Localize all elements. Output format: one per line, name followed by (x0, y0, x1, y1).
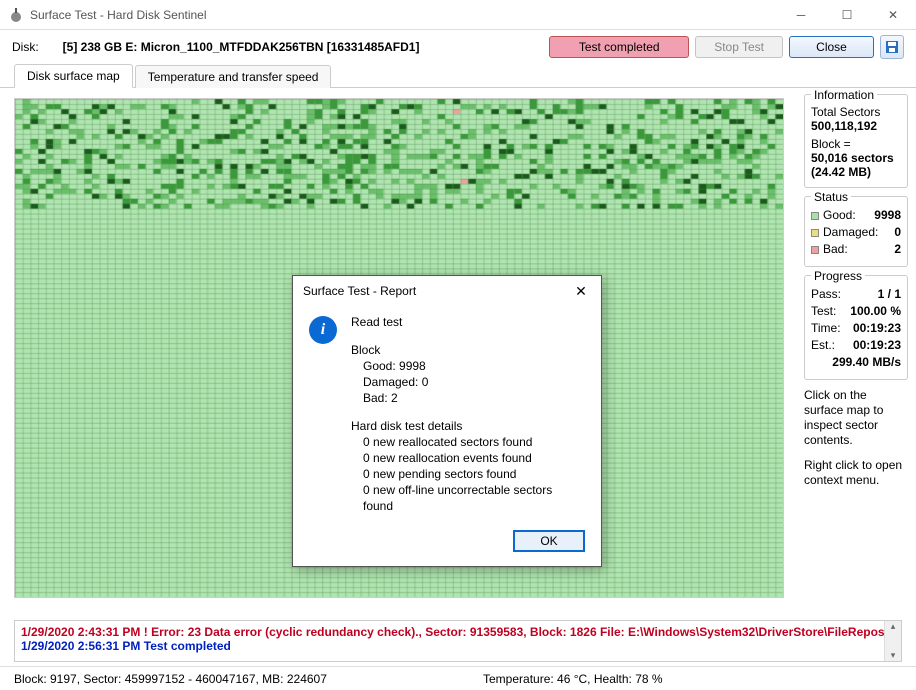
maximize-button[interactable]: ☐ (824, 0, 870, 30)
block-mb: (24.42 MB) (811, 165, 901, 179)
info-icon: i (309, 316, 337, 344)
status-right: Temperature: 46 °C, Health: 78 % (433, 672, 902, 686)
sidebar: Information Total Sectors 500,118,192 Bl… (796, 88, 916, 618)
titlebar: Surface Test - Hard Disk Sentinel ─ ☐ ✕ (0, 0, 916, 30)
log-completed: 1/29/2020 2:56:31 PM Test completed (21, 639, 895, 653)
test-label: Test: (811, 303, 836, 320)
dialog-title: Surface Test - Report (303, 284, 571, 298)
total-sectors: 500,118,192 (811, 119, 901, 133)
est-value: 00:19:23 (853, 337, 901, 354)
progress-box: Progress Pass:1 / 1 Test:100.00 % Time:0… (804, 275, 908, 380)
bad-label: Bad: (823, 242, 848, 256)
dialog-text: Read test Block Good: 9998 Damaged: 0 Ba… (351, 314, 585, 514)
time-label: Time: (811, 320, 841, 337)
good-label: Good: (823, 208, 856, 222)
block-label: Block = (811, 137, 901, 151)
speed-value: 299.40 MB/s (832, 354, 901, 371)
tab-surface-map[interactable]: Disk surface map (14, 64, 133, 88)
disk-label: Disk: (12, 40, 39, 54)
dialog-close-button[interactable]: ✕ (571, 281, 591, 301)
bad-count: 2 (894, 241, 901, 258)
test-value: 100.00 % (850, 303, 901, 320)
est-label: Est.: (811, 337, 835, 354)
close-button[interactable]: Close (789, 36, 874, 58)
total-sectors-label: Total Sectors (811, 105, 901, 119)
status-left: Block: 9197, Sector: 459997152 - 4600471… (14, 672, 433, 686)
tabs: Disk surface map Temperature and transfe… (0, 64, 916, 88)
damaged-label: Damaged: (823, 225, 878, 239)
disk-name: [5] 238 GB E: Micron_1100_MTFDDAK256TBN … (63, 40, 544, 54)
close-window-button[interactable]: ✕ (870, 0, 916, 30)
block-sectors: 50,016 sectors (811, 151, 901, 165)
damaged-count: 0 (894, 224, 901, 241)
toolbar: Disk: [5] 238 GB E: Micron_1100_MTFDDAK2… (0, 30, 916, 64)
minimize-button[interactable]: ─ (778, 0, 824, 30)
report-dialog: Surface Test - Report ✕ i Read test Bloc… (292, 275, 602, 567)
save-icon-button[interactable] (880, 35, 904, 59)
pass-label: Pass: (811, 286, 841, 303)
help-text-1: Click on the surface map to inspect sect… (804, 388, 908, 448)
help-text-2: Right click to open context menu. (804, 458, 908, 488)
time-value: 00:19:23 (853, 320, 901, 337)
info-box: Information Total Sectors 500,118,192 Bl… (804, 94, 908, 188)
pass-value: 1 / 1 (878, 286, 901, 303)
app-icon (8, 7, 24, 23)
stop-test-button: Stop Test (695, 36, 783, 58)
statusbar: Block: 9197, Sector: 459997152 - 4600471… (0, 666, 916, 690)
log-panel: 1/29/2020 2:43:31 PM ! Error: 23 Data er… (14, 620, 902, 662)
ok-button[interactable]: OK (513, 530, 585, 552)
floppy-icon (885, 40, 899, 54)
tab-temperature[interactable]: Temperature and transfer speed (135, 65, 332, 88)
status-box: Status Good:9998 Damaged:0 Bad:2 (804, 196, 908, 267)
log-error: 1/29/2020 2:43:31 PM ! Error: 23 Data er… (21, 625, 895, 639)
good-count: 9998 (874, 207, 901, 224)
log-scrollbar[interactable]: ▴▾ (884, 621, 901, 661)
test-completed-badge: Test completed (549, 36, 689, 58)
window-title: Surface Test - Hard Disk Sentinel (30, 8, 778, 22)
